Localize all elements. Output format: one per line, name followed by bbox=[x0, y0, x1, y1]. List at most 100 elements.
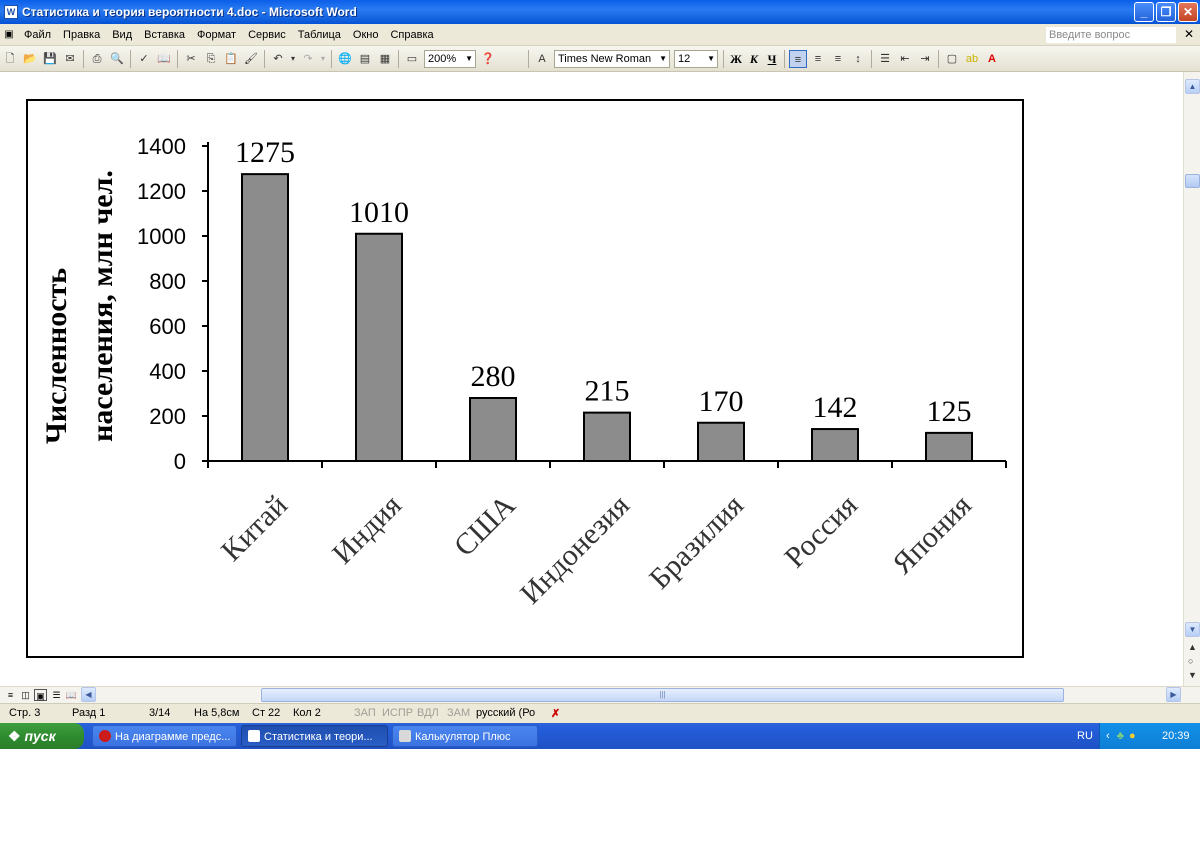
previous-page-icon[interactable]: ▲ bbox=[1188, 642, 1197, 652]
normal-view-icon[interactable]: ≡ bbox=[4, 689, 17, 701]
chart-frame[interactable]: 0 200 400 600 800 1000 1200 1400 1275 Китай 1010 Ин… bbox=[26, 99, 1024, 658]
highlight-icon[interactable]: ab bbox=[963, 50, 981, 68]
scroll-up-arrow-icon[interactable]: ▲ bbox=[1185, 79, 1200, 94]
status-language[interactable]: русский (Ро bbox=[476, 707, 535, 719]
window-title: Статистика и теория вероятности 4.doc - … bbox=[22, 5, 357, 19]
menu-insert[interactable]: Вставка bbox=[138, 29, 191, 41]
start-button[interactable]: ❖ пуск bbox=[0, 723, 84, 749]
font-size-select[interactable]: 12 ▼ bbox=[674, 49, 718, 68]
align-left-icon[interactable]: ≡ bbox=[789, 49, 807, 68]
line-spacing-icon[interactable]: ↕ bbox=[849, 50, 867, 68]
vertical-scroll-thumb[interactable] bbox=[1185, 174, 1200, 188]
maximize-button[interactable]: ❐ bbox=[1156, 2, 1176, 22]
start-label: пуск bbox=[24, 728, 56, 744]
scroll-right-arrow-icon[interactable]: ▶ bbox=[1166, 687, 1181, 702]
print-layout-icon[interactable]: ▣ bbox=[34, 689, 47, 701]
select-browse-object-icon[interactable]: ○ bbox=[1188, 656, 1193, 666]
word-app-icon[interactable]: W bbox=[4, 5, 18, 19]
scroll-down-arrow-icon[interactable]: ▼ bbox=[1185, 622, 1200, 637]
align-center-icon[interactable]: ≡ bbox=[809, 50, 827, 68]
save-icon[interactable]: 💾 bbox=[41, 50, 59, 68]
status-overtype[interactable]: ЗАМ bbox=[447, 707, 470, 719]
taskbar: ❖ пуск На диаграмме предс... Статистика … bbox=[0, 723, 1200, 749]
tray-expand-icon[interactable]: ‹ bbox=[1106, 730, 1110, 742]
minimize-button[interactable]: _ bbox=[1134, 2, 1154, 22]
document-area[interactable]: ' 0 200 400 600 800 1000 1200 1400 1275 Китай 1010… bbox=[0, 72, 1183, 686]
status-record-macro[interactable]: ЗАП bbox=[354, 707, 376, 719]
spelling-status-icon[interactable]: ✗ bbox=[551, 707, 560, 720]
numbering-icon[interactable]: ☰ bbox=[876, 50, 894, 68]
undo-dropdown-icon[interactable]: ▾ bbox=[289, 50, 297, 68]
cut-icon[interactable]: ✂ bbox=[182, 50, 200, 68]
decrease-indent-icon[interactable]: ⇤ bbox=[896, 50, 914, 68]
spelling-icon[interactable]: ✓ bbox=[135, 50, 153, 68]
font-name-select[interactable]: Times New Roman ▼ bbox=[554, 49, 670, 68]
taskbar-item-label: Калькулятор Плюс bbox=[415, 731, 511, 743]
tables-borders-icon[interactable]: ▤ bbox=[356, 50, 374, 68]
outline-view-icon[interactable]: ☰ bbox=[50, 689, 63, 701]
web-layout-icon[interactable]: ◫ bbox=[19, 689, 32, 701]
menu-bar: ▣ Файл Правка Вид Вставка Формат Сервис … bbox=[0, 24, 1200, 46]
close-button[interactable]: ✕ bbox=[1178, 2, 1198, 22]
styles-formatting-icon[interactable]: A bbox=[533, 50, 551, 68]
research-icon[interactable]: 📖 bbox=[155, 50, 173, 68]
justify-icon[interactable]: ≡ bbox=[829, 50, 847, 68]
bold-button[interactable]: Ж bbox=[727, 50, 745, 68]
copy-icon[interactable]: ⎘ bbox=[202, 50, 220, 68]
windows-logo-icon: ❖ bbox=[8, 728, 25, 744]
format-painter-icon[interactable]: 🖌 bbox=[242, 50, 260, 68]
status-position: На 5,8см bbox=[194, 707, 240, 719]
help-question-input[interactable]: Введите вопрос bbox=[1046, 27, 1176, 43]
zoom-select[interactable]: 200% ▼ bbox=[424, 49, 476, 68]
data-label: 170 bbox=[699, 385, 744, 418]
menu-view[interactable]: Вид bbox=[106, 29, 138, 41]
open-icon[interactable]: 📂 bbox=[21, 50, 39, 68]
toolbar-separator bbox=[723, 49, 724, 68]
taskbar-item-opera[interactable]: На диаграмме предс... bbox=[92, 725, 237, 747]
new-document-icon[interactable]: 🗋 bbox=[1, 50, 19, 68]
underline-button[interactable]: Ч bbox=[763, 50, 781, 68]
borders-icon[interactable]: ▢ bbox=[943, 50, 961, 68]
toolbar-separator bbox=[83, 49, 84, 68]
vertical-scrollbar[interactable]: ▲ ▼ ▲ ○ ▼ bbox=[1183, 72, 1200, 686]
redo-icon[interactable]: ↷ bbox=[299, 50, 317, 68]
font-color-icon[interactable]: A bbox=[983, 50, 1001, 68]
print-preview-icon[interactable]: 🔍 bbox=[108, 50, 126, 68]
increase-indent-icon[interactable]: ⇥ bbox=[916, 50, 934, 68]
status-track-changes[interactable]: ИСПР bbox=[382, 707, 413, 719]
italic-button[interactable]: К bbox=[745, 50, 763, 68]
insert-table-icon[interactable]: ▦ bbox=[376, 50, 394, 68]
permission-icon[interactable]: ✉ bbox=[61, 50, 79, 68]
status-extend[interactable]: ВДЛ bbox=[417, 707, 439, 719]
horizontal-scroll-thumb[interactable]: ||| bbox=[261, 688, 1064, 702]
reading-layout-view-icon[interactable]: 📖 bbox=[65, 689, 78, 701]
undo-icon[interactable]: ↶ bbox=[269, 50, 287, 68]
reading-layout-icon[interactable]: ▭ bbox=[403, 50, 421, 68]
system-tray: ‹ ♣ ● 20:39 bbox=[1099, 723, 1200, 749]
print-icon[interactable]: ⎙ bbox=[88, 50, 106, 68]
menu-table[interactable]: Таблица bbox=[292, 29, 347, 41]
taskbar-item-calculator[interactable]: Калькулятор Плюс bbox=[392, 725, 538, 747]
menu-format[interactable]: Формат bbox=[191, 29, 242, 41]
toolbar-separator bbox=[331, 49, 332, 68]
document-close-icon[interactable]: ✕ bbox=[1184, 27, 1194, 41]
menu-window[interactable]: Окно bbox=[347, 29, 385, 41]
redo-dropdown-icon[interactable]: ▾ bbox=[319, 50, 327, 68]
antivirus-icon[interactable]: ● bbox=[1129, 730, 1136, 742]
hyperlink-icon[interactable]: 🌐 bbox=[336, 50, 354, 68]
menu-help[interactable]: Справка bbox=[384, 29, 439, 41]
scroll-left-arrow-icon[interactable]: ◀ bbox=[81, 687, 96, 702]
data-label: 280 bbox=[471, 360, 516, 393]
document-icon[interactable]: ▣ bbox=[2, 28, 16, 42]
language-indicator[interactable]: RU bbox=[1077, 723, 1093, 749]
network-icon[interactable]: ♣ bbox=[1117, 730, 1124, 742]
taskbar-item-word[interactable]: Статистика и теори... bbox=[241, 725, 388, 747]
next-page-icon[interactable]: ▼ bbox=[1188, 670, 1197, 680]
menu-edit[interactable]: Правка bbox=[57, 29, 106, 41]
menu-file[interactable]: Файл bbox=[18, 29, 57, 41]
menu-tools[interactable]: Сервис bbox=[242, 29, 292, 41]
help-icon[interactable]: ❓ bbox=[479, 50, 497, 68]
y-tick-label: 600 bbox=[149, 314, 186, 339]
paste-icon[interactable]: 📋 bbox=[222, 50, 240, 68]
status-bar: Стр. 3 Разд 1 3/14 На 5,8см Ст 22 Кол 2 … bbox=[0, 703, 1200, 723]
